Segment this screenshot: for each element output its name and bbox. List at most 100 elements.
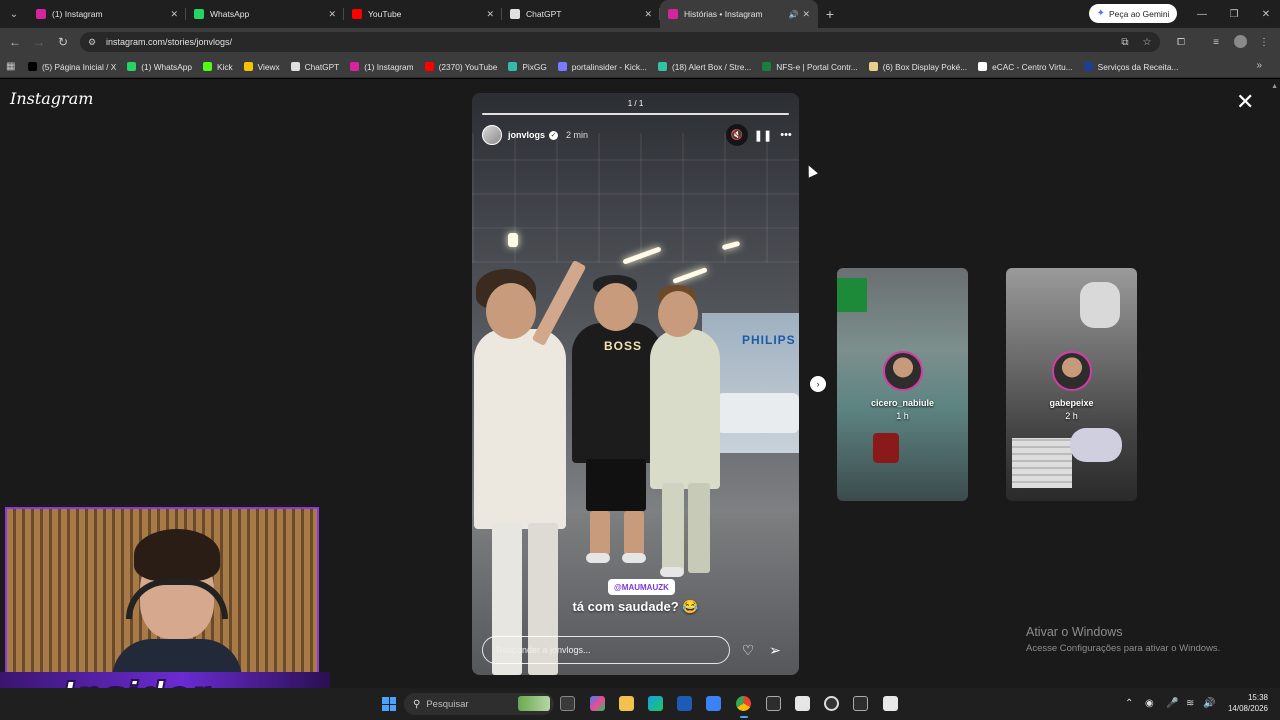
network-icon[interactable]: ◉ (1145, 698, 1154, 709)
bookmark-item[interactable]: PixGG (508, 62, 547, 72)
story-preview-card[interactable]: cicero_nabiule 1 h (837, 268, 968, 501)
capcut-alt-icon[interactable] (853, 696, 868, 711)
bookmark-label: eCAC - Centro Virtu... (992, 61, 1073, 72)
windows-activation-watermark: Ativar o Windows Acesse Configurações pa… (1026, 625, 1221, 654)
taskbar-clock[interactable]: 15:38 14/08/2026 (1218, 692, 1268, 714)
edge-icon[interactable] (648, 696, 663, 711)
back-icon[interactable]: ← (7, 34, 23, 50)
next-story-button[interactable]: › (810, 376, 826, 392)
story-avatar[interactable] (482, 125, 502, 145)
scrollbar[interactable]: ▲ (1270, 79, 1280, 688)
bookmark-item[interactable]: Serviços da Receita... (1083, 61, 1179, 72)
close-story-button[interactable]: ✕ (1236, 91, 1254, 113)
copilot-icon[interactable] (590, 696, 605, 711)
new-tab-button[interactable]: + (818, 0, 842, 28)
bookmark-label: ChatGPT (304, 61, 340, 72)
bookmark-item[interactable]: (18) Alert Box / Stre... (657, 62, 751, 72)
bookmark-item[interactable]: NFS-e | Portal Contr... (762, 62, 858, 72)
apps-grid-icon[interactable]: ▦ (6, 61, 28, 72)
capcut-icon[interactable] (766, 696, 781, 711)
bookmark-item[interactable]: portalinsider - Kick... (557, 61, 647, 72)
site-info-icon[interactable]: ⚙ (88, 37, 98, 48)
bookmark-item[interactable]: Viewx (243, 62, 280, 72)
share-send-icon[interactable]: ➢ (766, 641, 784, 659)
streamer (112, 529, 242, 681)
bookmarks-overflow-icon[interactable]: » (1256, 60, 1262, 71)
story-preview-card[interactable]: gabepeixe 2 h (1006, 268, 1137, 501)
windows-taskbar (0, 688, 1280, 720)
gemini-icon: ✦ (1096, 8, 1105, 19)
tab-search-icon[interactable]: ⌄ (0, 0, 28, 28)
mouse-product (1080, 282, 1120, 328)
microphone-icon[interactable]: 🎤 (1166, 698, 1178, 709)
tab-favicon-icon (668, 9, 678, 19)
bookmark-label: (1) WhatsApp (141, 61, 192, 72)
volume-icon[interactable]: 🔊 (1203, 698, 1215, 709)
preview-username: cicero_nabiule (870, 398, 935, 408)
bookmark-item[interactable]: (6) Box Display Poké... (868, 62, 967, 72)
story-username[interactable]: jonvlogs (508, 130, 545, 140)
story-counter: 1 / 1 (627, 99, 644, 108)
story-ceiling (472, 133, 799, 263)
pause-icon[interactable]: ❚❚ (752, 124, 774, 146)
task-view-icon[interactable] (560, 696, 575, 711)
outlook-icon[interactable] (706, 696, 721, 711)
close-tab-icon[interactable]: ✕ (486, 9, 494, 20)
scroll-up-icon[interactable]: ▲ (1271, 83, 1278, 90)
like-heart-icon[interactable]: ♡ (739, 641, 757, 659)
browser-tab[interactable]: YouTube ✕ (344, 0, 502, 28)
bookmark-item[interactable]: Kick (202, 62, 233, 72)
media-control-icon[interactable]: ≡ (1208, 34, 1224, 50)
mute-icon[interactable]: 🔇 (726, 124, 748, 146)
close-tab-icon[interactable]: ✕ (328, 9, 336, 20)
forward-icon[interactable]: → (31, 34, 47, 50)
bookmark-item[interactable]: eCAC - Centro Virtu... (978, 62, 1073, 72)
install-app-icon[interactable]: ⧉ (1117, 34, 1133, 50)
bookmark-favicon-icon (243, 62, 253, 71)
minimize-button[interactable]: — (1186, 0, 1218, 28)
widgets-icon[interactable] (518, 696, 550, 711)
bookmark-item[interactable]: (5) Página Inicial / X (28, 62, 116, 72)
close-window-button[interactable]: ✕ (1250, 0, 1280, 28)
close-tab-icon[interactable]: ✕ (644, 9, 652, 20)
chrome-icon[interactable] (736, 696, 751, 711)
bookmark-label: portalinsider - Kick... (571, 61, 647, 72)
file-explorer-icon[interactable] (619, 696, 634, 711)
wifi-icon[interactable]: ≋ (1186, 698, 1194, 709)
tray-overflow-icon[interactable]: ⌃ (1125, 698, 1133, 709)
bookmark-label: Serviços da Receita... (1097, 61, 1179, 72)
address-bar[interactable]: ⚙ instagram.com/stories/jonvlogs/ (80, 32, 1160, 52)
reply-input[interactable]: Responder a jonvlogs... (482, 636, 730, 664)
bookmark-favicon-icon (657, 62, 667, 71)
tab-title: WhatsApp (210, 9, 250, 19)
mention-sticker[interactable]: @MAUMAUZK (608, 579, 675, 595)
brazil-flag (837, 278, 867, 312)
notepad-icon[interactable] (795, 696, 810, 711)
gemini-button[interactable]: ✦ Peça ao Gemini (1089, 4, 1177, 23)
windows-start-icon[interactable] (382, 697, 396, 711)
bookmark-item[interactable]: (1) Instagram (350, 62, 414, 72)
story-time: 2 min (566, 130, 589, 140)
store-icon[interactable] (677, 696, 692, 711)
story-viewer[interactable]: PHILIPS BOSS 1 / 1 jonvlogs ✓ 2 min 🔇 ❚❚… (472, 93, 799, 675)
obs-icon[interactable] (824, 696, 839, 711)
browser-tab[interactable]: (1) Instagram ✕ (28, 0, 186, 28)
close-tab-icon[interactable]: ✕ (170, 9, 178, 20)
more-options-icon[interactable]: ••• (775, 124, 797, 146)
restore-button[interactable]: ❐ (1218, 0, 1250, 28)
profile-avatar[interactable] (1234, 35, 1247, 48)
instagram-logo[interactable]: Instagram (10, 89, 93, 108)
bookmark-star-icon[interactable]: ☆ (1139, 34, 1155, 50)
browser-tab[interactable]: WhatsApp ✕ (186, 0, 344, 28)
close-tab-icon[interactable]: ✕ (802, 9, 810, 20)
reload-icon[interactable]: ↻ (55, 34, 71, 50)
bookmark-item[interactable]: ChatGPT (290, 61, 340, 72)
bookmark-item[interactable]: (1) WhatsApp (127, 62, 192, 72)
extensions-icon[interactable]: ⧠ (1173, 34, 1189, 50)
snipping-tool-icon[interactable] (883, 696, 898, 711)
browser-tab[interactable]: Histórias • Instagram 🔊 ✕ (660, 0, 818, 28)
browser-tab[interactable]: ChatGPT ✕ (502, 0, 660, 28)
bookmark-item[interactable]: (2370) YouTube (424, 62, 497, 72)
tab-audio-icon[interactable]: 🔊 (788, 10, 798, 19)
menu-kebab-icon[interactable]: ⋮ (1256, 34, 1272, 50)
